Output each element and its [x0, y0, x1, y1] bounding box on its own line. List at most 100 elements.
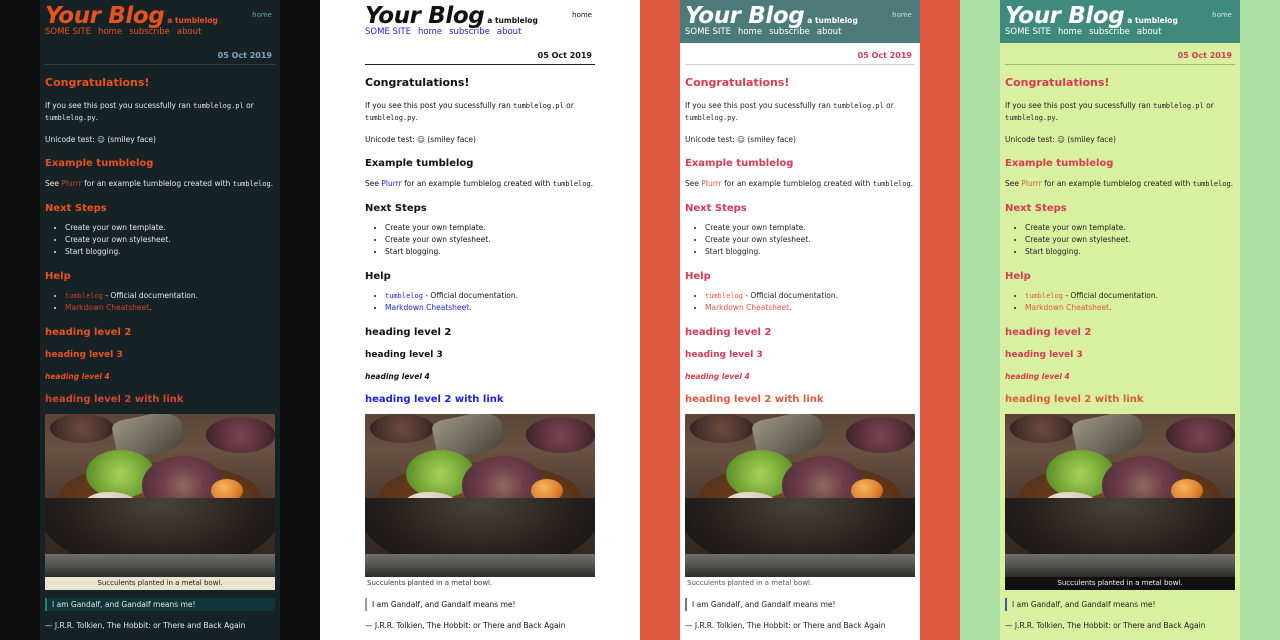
nav-item-home[interactable]: home	[1058, 27, 1082, 37]
markdown-cheatsheet-link[interactable]: Markdown Cheatsheet	[385, 303, 469, 312]
post-title: Congratulations!	[1005, 76, 1110, 90]
heading-example-tumblelog: Example tumblelog	[365, 158, 474, 170]
intro-text-b: or	[563, 101, 574, 111]
help-list: tumblelog - Official documentation. Mark…	[685, 291, 915, 314]
header-home-link[interactable]: home	[892, 11, 912, 19]
example-text-a: See	[685, 179, 702, 189]
succulent-figure: Succulents planted in a metal bowl.	[685, 413, 915, 590]
figure-caption: Succulents planted in a metal bowl.	[1005, 576, 1235, 590]
intro-code-py: tumblelog.py	[1005, 113, 1056, 122]
blog-subtitle: a tumblelog	[167, 16, 218, 25]
heading-level-2-with-link[interactable]: heading level 2 with link	[45, 394, 275, 405]
list-item: Start blogging.	[705, 247, 915, 258]
post-intro: If you see this post you sucessfully ran…	[365, 100, 595, 124]
nav-item-subscribe[interactable]: subscribe	[1089, 27, 1130, 37]
nav-item-about[interactable]: about	[177, 27, 202, 37]
list-item: Start blogging.	[385, 247, 595, 258]
help-item-rest: .	[789, 302, 792, 312]
example-text-b: for an example tumblelog created with	[1041, 179, 1193, 189]
quote-attribution: — J.R.R. Tolkien, The Hobbit: or There a…	[45, 620, 246, 630]
heading-level-4: heading level 4	[365, 371, 430, 381]
intro-text-b: or	[883, 101, 894, 111]
heading-level-3: heading level 3	[365, 349, 443, 360]
header-home-link[interactable]: home	[1212, 11, 1232, 19]
example-text-c: .	[590, 179, 594, 189]
example-text-b: for an example tumblelog created with	[721, 179, 873, 189]
blog-subtitle: a tumblelog	[807, 16, 858, 25]
example-text-a: See	[1005, 179, 1022, 189]
heading-level-2-with-link[interactable]: heading level 2 with link	[685, 394, 915, 405]
site-header: home Your Blog a tumblelog SOME SITE hom…	[1000, 0, 1240, 44]
heading-level-2: heading level 2	[365, 326, 452, 338]
nav-item-about[interactable]: about	[1137, 27, 1162, 37]
site-identity: Your Blog a tumblelog	[45, 4, 272, 28]
intro-text-c: .	[415, 112, 418, 122]
markdown-cheatsheet-link[interactable]: Markdown Cheatsheet	[65, 303, 149, 312]
list-item: tumblelog - Official documentation.	[705, 291, 915, 302]
header-divider	[365, 64, 595, 66]
help-list: tumblelog - Official documentation. Mark…	[365, 291, 595, 314]
tumblelog-doc-link[interactable]: tumblelog	[385, 292, 423, 300]
plurrr-link[interactable]: Plurrr	[61, 179, 81, 188]
unicode-test-line: Unicode test: ☺ (smiley face)	[45, 134, 156, 144]
help-item-rest: - Official documentation.	[102, 290, 199, 300]
pull-quote: I am Gandalf, and Gandalf means me!	[685, 597, 915, 611]
site-header: home Your Blog a tumblelog SOME SITE hom…	[40, 0, 280, 44]
heading-level-2-with-link[interactable]: heading level 2 with link	[1005, 394, 1235, 405]
nav-item-home[interactable]: home	[738, 27, 762, 37]
example-paragraph: See Plurrr for an example tumblelog crea…	[45, 178, 275, 190]
heading-help: Help	[365, 270, 391, 282]
nav-item-home[interactable]: home	[418, 27, 442, 37]
list-item: Create your own template.	[385, 223, 595, 234]
intro-code-py: tumblelog.py	[365, 113, 416, 122]
heading-level-2: heading level 2	[1005, 326, 1092, 338]
nav-item-about[interactable]: about	[497, 27, 522, 37]
post-date: 05 Oct 2019	[217, 51, 272, 61]
unicode-test-line: Unicode test: ☺ (smiley face)	[1005, 134, 1116, 144]
list-item: Create your own stylesheet.	[705, 235, 915, 246]
figure-caption: Succulents planted in a metal bowl.	[685, 576, 915, 590]
heading-next-steps: Next Steps	[685, 203, 747, 215]
nav-item-subscribe[interactable]: subscribe	[129, 27, 170, 37]
heading-level-2-with-link[interactable]: heading level 2 with link	[365, 394, 595, 405]
help-list: tumblelog - Official documentation. Mark…	[1005, 291, 1235, 314]
next-steps-list: Create your own template. Create your ow…	[685, 223, 915, 258]
site-header: home Your Blog a tumblelog SOME SITE hom…	[680, 0, 920, 44]
nav-item-subscribe[interactable]: subscribe	[449, 27, 490, 37]
example-paragraph: See Plurrr for an example tumblelog crea…	[365, 178, 595, 190]
nav-item-some-site[interactable]: SOME SITE	[685, 27, 731, 37]
succulent-figure: Succulents planted in a metal bowl.	[365, 413, 595, 590]
intro-text-c: .	[735, 112, 738, 122]
plurrr-link[interactable]: Plurrr	[1021, 179, 1041, 188]
nav-item-about[interactable]: about	[817, 27, 842, 37]
markdown-cheatsheet-link[interactable]: Markdown Cheatsheet	[705, 303, 789, 312]
nav-item-some-site[interactable]: SOME SITE	[365, 27, 411, 37]
figure-caption: Succulents planted in a metal bowl.	[45, 576, 275, 590]
nav-item-home[interactable]: home	[98, 27, 122, 37]
help-item-rest: .	[149, 302, 152, 312]
tumblelog-doc-link[interactable]: tumblelog	[1025, 292, 1063, 300]
header-home-link[interactable]: home	[572, 11, 592, 19]
header-home-link[interactable]: home	[252, 11, 272, 19]
heading-level-3: heading level 3	[1005, 349, 1083, 360]
site-header: home Your Blog a tumblelog SOME SITE hom…	[360, 0, 600, 43]
blog-title: Your Blog	[685, 3, 805, 29]
quote-attribution: — J.R.R. Tolkien, The Hobbit: or There a…	[1005, 620, 1206, 630]
nav-item-some-site[interactable]: SOME SITE	[45, 27, 91, 37]
intro-code-py: tumblelog.py	[685, 113, 736, 122]
tumblelog-doc-link[interactable]: tumblelog	[65, 292, 103, 300]
pull-quote: I am Gandalf, and Gandalf means me!	[45, 597, 275, 611]
plurrr-link[interactable]: Plurrr	[381, 179, 401, 188]
post-title: Congratulations!	[685, 76, 790, 90]
next-steps-list: Create your own template. Create your ow…	[365, 223, 595, 258]
tumblelog-doc-link[interactable]: tumblelog	[705, 292, 743, 300]
heading-level-4: heading level 4	[685, 371, 750, 381]
plurrr-link[interactable]: Plurrr	[701, 179, 721, 188]
quote-attribution: — J.R.R. Tolkien, The Hobbit: or There a…	[365, 620, 566, 630]
markdown-cheatsheet-link[interactable]: Markdown Cheatsheet	[1025, 303, 1109, 312]
heading-next-steps: Next Steps	[365, 203, 427, 215]
next-steps-list: Create your own template. Create your ow…	[1005, 223, 1235, 258]
site-nav: SOME SITE home subscribe about	[1005, 27, 1232, 37]
nav-item-some-site[interactable]: SOME SITE	[1005, 27, 1051, 37]
nav-item-subscribe[interactable]: subscribe	[769, 27, 810, 37]
